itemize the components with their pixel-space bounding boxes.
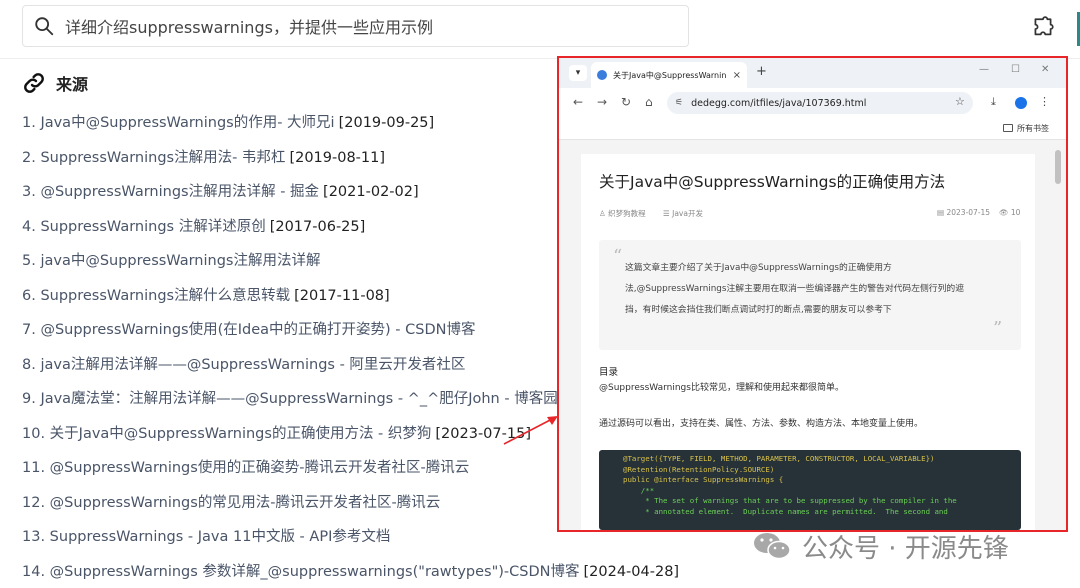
address-url[interactable]: dedegg.com/itfiles/java/107369.html [691,98,866,109]
source-title[interactable]: 14. @SuppressWarnings 参数详解_@suppresswarn… [22,564,580,580]
search-box[interactable]: 详细介绍suppresswarnings，并提供一些应用示例 [22,5,689,47]
profile-avatar[interactable] [1015,97,1027,109]
watermark: 公众号 · 开源先锋 [752,526,1009,566]
date-label: 2023-07-15 [946,208,991,217]
forward-icon[interactable]: → [597,95,607,109]
source-title[interactable]: 7. @SuppressWarnings使用(在Idea中的正确打开姿势) - … [22,322,475,338]
source-title[interactable]: 9. Java魔法堂：注解用法详解——@SuppressWarnings - ^… [22,391,558,407]
browser-tab[interactable]: 关于Java中@SuppressWarnin × [591,62,747,88]
site-info-icon[interactable]: ⚟ [675,98,683,108]
download-icon[interactable]: ⤓ [991,95,996,109]
toc-heading[interactable]: 目录 [599,364,618,378]
source-date: [2019-08-11] [289,149,386,166]
bookmarks-bar: 所有书签 [559,118,1066,140]
article-card: 关于Java中@SuppressWarnings的正确使用方法 ♙ 织梦狗教程 … [581,154,1035,530]
page-viewport: 关于Java中@SuppressWarnings的正确使用方法 ♙ 织梦狗教程 … [559,140,1066,530]
source-title[interactable]: 6. SuppressWarnings注解什么意思转载 [22,288,290,304]
category-label: Java开发 [672,209,703,218]
source-date: [2019-09-25] [338,115,435,131]
source-title[interactable]: 4. SuppressWarnings 注解详述原创 [22,219,266,235]
home-icon[interactable]: ⌂ [645,95,653,109]
search-icon [35,17,54,36]
source-date: [2021-02-02] [323,184,419,200]
author-label: 织梦狗教程 [608,209,646,218]
views-label: 10 [1010,208,1021,217]
scrollbar-thumb[interactable] [1055,150,1061,184]
folder-icon [1003,124,1013,132]
scrollbar[interactable] [1053,146,1063,530]
wechat-icon [754,533,791,560]
article-views: 👁 10 [999,208,1021,217]
article-paragraph: 通过源码可以看出，支持在类、属性、方法、参数、构造方法、本地变量上使用。 [599,419,924,429]
tab-close-icon[interactable]: × [733,70,741,81]
minimize-icon[interactable]: — [979,64,989,75]
tab-search-button[interactable]: ▾ [569,65,587,81]
sources-heading-label: 来源 [56,75,89,94]
open-quote-icon: “ [613,246,623,267]
source-title[interactable]: 2. SuppressWarnings注解用法- 韦邦杠 [22,150,285,166]
new-tab-button[interactable]: + [756,64,767,79]
code-line: * The set of warnings that are to be sup… [623,496,957,505]
code-line: public @interface SuppressWarnings { [623,475,784,484]
browser-screenshot: ▾ 关于Java中@SuppressWarnin × + — ☐ ✕ ← → ↻… [557,56,1068,532]
source-date: [2017-11-08] [294,287,390,304]
bookmark-star-icon[interactable]: ☆ [955,95,965,108]
source-date: [2017-06-25] [269,218,366,235]
article-summary: “ 这篇文章主要介绍了关于Java中@SuppressWarnings的正确使用… [599,240,1021,350]
source-title[interactable]: 3. @SuppressWarnings注解用法详解 - 掘金 [22,184,319,200]
article-paragraph: @SuppressWarnings比较常见，理解和使用起来都很简单。 [599,383,844,393]
source-title[interactable]: 12. @SuppressWarnings的常见用法-腾讯云开发者社区-腾讯云 [22,495,440,511]
address-bar[interactable]: ⚟ dedegg.com/itfiles/java/107369.html [667,92,973,114]
summary-text: 这篇文章主要介绍了关于Java中@SuppressWarnings的正确使用方法… [625,263,964,315]
sources-heading: 来源 [22,70,88,96]
source-item[interactable]: 14. @SuppressWarnings 参数详解_@suppresswarn… [22,559,679,588]
watermark-text: 公众号 · 开源先锋 [802,533,1009,564]
code-line: @Retention(RetentionPolicy.SOURCE) [623,464,775,474]
source-title[interactable]: 8. java注解用法详解——@SuppressWarnings - 阿里云开发… [22,357,465,373]
puzzle-icon[interactable] [1030,16,1056,42]
article-title: 关于Java中@SuppressWarnings的正确使用方法 [599,173,946,191]
article-date: ▤ 2023-07-15 [937,208,991,217]
source-title[interactable]: 1. Java中@SuppressWarnings的作用- 大师兄i [22,115,335,131]
all-bookmarks[interactable]: 所有书签 [1003,123,1049,134]
source-title[interactable]: 5. java中@SuppressWarnings注解用法详解 [22,253,320,269]
all-bookmarks-label: 所有书签 [1017,124,1049,133]
maximize-icon[interactable]: ☐ [1011,64,1020,75]
reload-icon[interactable]: ↻ [621,95,631,109]
search-query[interactable]: 详细介绍suppresswarnings，并提供一些应用示例 [65,14,433,38]
back-icon[interactable]: ← [573,95,583,109]
menu-icon[interactable]: ⋮ [1039,95,1050,108]
article-author: ♙ 织梦狗教程 [599,209,646,218]
code-line: * annotated element. Duplicate names are… [623,506,948,516]
browser-toolbar: ← → ↻ ⌂ ⚟ dedegg.com/itfiles/java/107369… [559,88,1066,118]
article-category[interactable]: ☰ Java开发 [663,208,703,219]
source-title[interactable]: 13. SuppressWarnings - Java 11中文版 - API参… [22,529,390,545]
code-block: @Target({TYPE, FIELD, METHOD, PARAMETER,… [599,450,1021,530]
favicon-icon [597,70,607,80]
window-close-icon[interactable]: ✕ [1041,64,1049,75]
source-title[interactable]: 11. @SuppressWarnings使用的正确姿势-腾讯云开发者社区-腾讯… [22,460,469,476]
tab-title: 关于Java中@SuppressWarnin [613,70,727,80]
link-icon [24,73,44,93]
close-quote-icon: ” [993,318,1003,339]
source-title[interactable]: 10. 关于Java中@SuppressWarnings的正确使用方法 - 织梦… [22,426,431,442]
source-date: [2024-04-28] [583,563,680,580]
annotation-arrow [503,416,558,445]
tab-bar: ▾ 关于Java中@SuppressWarnin × + — ☐ ✕ [559,58,1066,88]
code-line: @Target({TYPE, FIELD, METHOD, PARAMETER,… [623,454,935,463]
code-line: /** [623,485,655,495]
